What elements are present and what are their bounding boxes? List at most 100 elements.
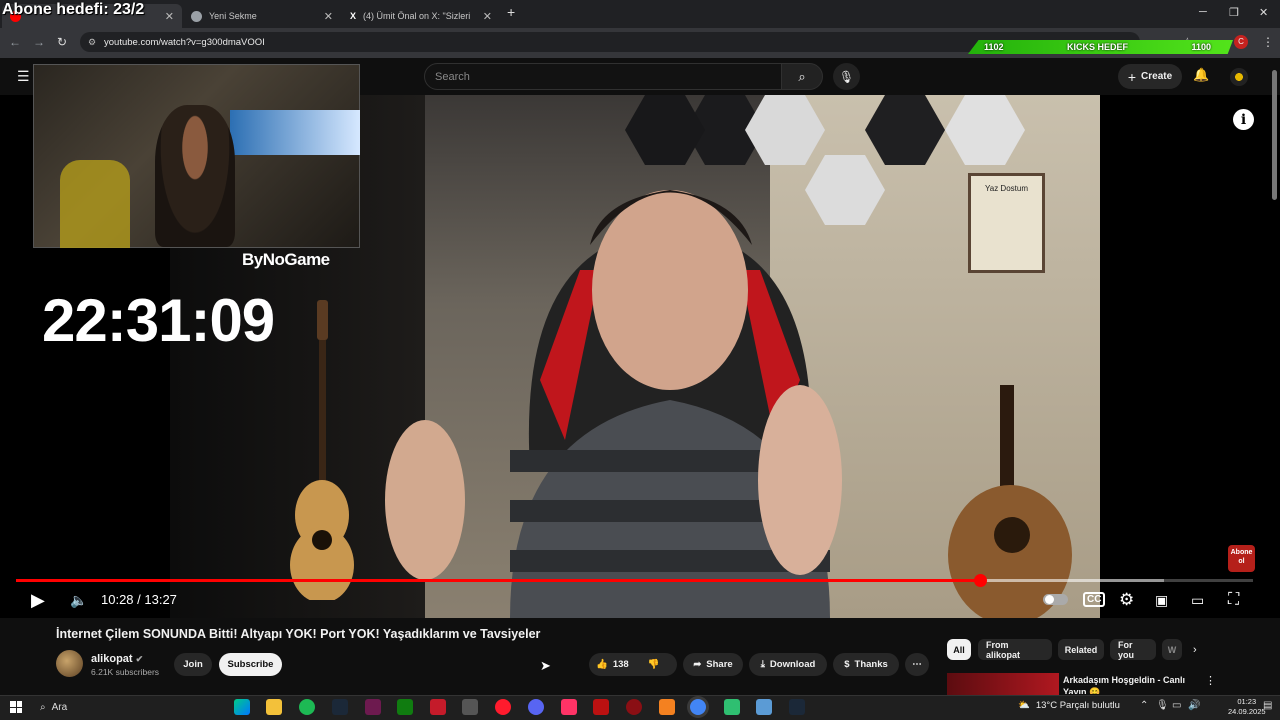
search-icon: ⌕ — [798, 68, 806, 84]
browser-menu-icon[interactable]: ⋮ — [1262, 35, 1274, 49]
speaker-icon[interactable]: 🔊 — [1188, 700, 1200, 711]
close-tab-icon[interactable]: ✕ — [483, 10, 492, 23]
chip-truncated[interactable]: W — [1162, 639, 1182, 660]
app-icon-pink[interactable] — [561, 699, 577, 715]
profile-avatar[interactable]: C — [1234, 35, 1248, 49]
chip-all[interactable]: All — [947, 639, 971, 660]
plus-icon: + — [1127, 68, 1137, 85]
more-actions-icon[interactable]: ⋯ — [905, 653, 929, 676]
download-icon: ⤓ — [760, 659, 765, 670]
obs-icon[interactable] — [626, 699, 642, 715]
forward-arrow-icon[interactable]: → — [33, 35, 45, 49]
recommended-more-icon[interactable]: ⋮ — [1205, 674, 1216, 687]
cloud-app-icon[interactable] — [659, 699, 675, 715]
discord-icon[interactable] — [528, 699, 544, 715]
chip-related[interactable]: Related — [1058, 639, 1104, 660]
app-icon-red[interactable] — [430, 699, 446, 715]
microphone-tray-icon[interactable]: 🎙 — [1156, 700, 1169, 711]
x-logo-icon: X — [350, 11, 357, 21]
app-icon-purple[interactable] — [365, 699, 381, 715]
channel-name[interactable]: alikopat ✔ — [91, 653, 143, 665]
recommended-title[interactable]: Arkadaşım Hoşgeldin - Canlı Yayın 😊 — [1063, 674, 1193, 694]
edge-app-icon[interactable] — [234, 699, 250, 715]
settings-gear-icon[interactable]: ⚙ — [1119, 590, 1134, 610]
taskbar-clock[interactable]: 01:23 24.09.2025 — [1228, 697, 1266, 717]
page-scrollbar[interactable] — [1272, 70, 1277, 200]
miniplayer-icon[interactable]: ▣ — [1155, 590, 1168, 610]
search-icon: ⌕ — [40, 701, 46, 713]
app-icon-gray[interactable] — [462, 699, 478, 715]
volume-icon[interactable]: 🔈 — [70, 590, 87, 610]
chip-from-channel[interactable]: From alikopat — [978, 639, 1052, 660]
file-explorer-icon[interactable] — [266, 699, 282, 715]
autoplay-toggle[interactable] — [1043, 594, 1068, 605]
thumbs-up-icon[interactable]: 👍 — [596, 659, 608, 670]
time-display: 10:28 / 13:27 — [101, 592, 177, 607]
chip-for-you[interactable]: For you — [1110, 639, 1156, 660]
like-count[interactable]: 138 — [613, 659, 629, 670]
windows-start-icon[interactable] — [10, 701, 22, 713]
back-arrow-icon[interactable]: ← — [9, 35, 21, 49]
create-button[interactable]: + Create — [1118, 64, 1182, 89]
opera-icon[interactable] — [495, 699, 511, 715]
tray-overflow-icon[interactable]: ⌃ — [1140, 700, 1148, 711]
steam-icon[interactable] — [332, 699, 348, 715]
kicks-goal-bar: 1102 KICKS HEDEF 1100 — [968, 40, 1233, 54]
channel-avatar[interactable] — [56, 650, 83, 677]
mouse-cursor-icon: ➤ — [540, 658, 551, 673]
subscribe-button[interactable]: Subscribe — [219, 653, 282, 676]
poster-text: Yaz Dostum — [985, 184, 1028, 193]
share-label: Share — [706, 659, 733, 670]
menu-hamburger-icon[interactable]: ☰ — [17, 68, 30, 85]
recommended-thumbnail[interactable] — [947, 673, 1059, 695]
notifications-icon[interactable]: ▤ — [1263, 700, 1272, 711]
taskbar-search[interactable]: ⌕ Ara — [40, 698, 226, 716]
minimize-icon[interactable]: ─ — [1199, 6, 1207, 18]
weather-widget[interactable]: ⛅ 13°C Parçalı bulutlu — [1018, 700, 1120, 711]
microphone-icon: 🎙 — [838, 69, 855, 84]
thanks-button[interactable]: $ Thanks — [833, 653, 899, 676]
notifications-bell-icon[interactable]: 🔔 — [1193, 67, 1209, 83]
chrome-app-icon[interactable] — [690, 699, 706, 715]
search-button[interactable]: ⌕ — [781, 63, 823, 90]
account-avatar[interactable] — [1230, 68, 1248, 86]
join-button[interactable]: Join — [174, 653, 212, 676]
tab-x-post[interactable]: X (4) Ümit Önal on X: "Sizleri izle ✕ — [342, 4, 500, 28]
chips-next-chevron-icon[interactable]: › — [1193, 644, 1197, 656]
app-icon-green[interactable] — [724, 699, 740, 715]
clock-time: 01:23 — [1237, 697, 1257, 706]
steam-icon-2[interactable] — [789, 699, 805, 715]
progress-scrubber[interactable] — [973, 574, 987, 587]
subscribe-watermark[interactable]: Abone ol — [1228, 545, 1255, 572]
play-button[interactable]: ▶ — [31, 590, 45, 610]
kicks-current: 1102 — [984, 42, 1004, 52]
webcam-chair — [60, 160, 130, 248]
share-button[interactable]: ➦ Share — [683, 653, 743, 676]
restore-icon[interactable]: ❐ — [1229, 6, 1239, 19]
download-button[interactable]: ⤓ Download — [749, 653, 827, 676]
close-tab-icon[interactable]: ✕ — [324, 10, 333, 23]
fullscreen-icon[interactable]: ⛶ — [1228, 590, 1239, 610]
calculator-icon[interactable] — [756, 699, 772, 715]
channel-name-text: alikopat — [91, 653, 133, 665]
theater-mode-icon[interactable]: ▭ — [1191, 590, 1204, 610]
close-window-icon[interactable]: ✕ — [1259, 6, 1268, 19]
thanks-icon: $ — [844, 659, 850, 670]
reload-icon[interactable]: ↻ — [57, 35, 67, 49]
captions-icon[interactable]: CC — [1083, 592, 1106, 607]
close-tab-icon[interactable]: ✕ — [165, 10, 174, 23]
tab-new-tab[interactable]: Yeni Sekme ✕ — [183, 4, 341, 28]
network-icon[interactable]: ▭ — [1172, 700, 1181, 711]
spotify-icon[interactable] — [299, 699, 315, 715]
weather-text: 13°C Parçalı bulutlu — [1035, 700, 1120, 711]
thumbs-down-icon[interactable]: 👎 — [648, 659, 660, 670]
voice-search-button[interactable]: 🎙 — [833, 63, 860, 90]
xbox-icon[interactable] — [397, 699, 413, 715]
stream-timer: 22:31:09 — [42, 287, 275, 354]
share-arrow-icon: ➦ — [693, 659, 702, 670]
search-input[interactable]: Search — [424, 63, 782, 90]
site-info-icon[interactable]: ⚙ — [88, 37, 96, 48]
new-tab-plus-icon[interactable]: + — [507, 4, 515, 20]
info-icon[interactable]: i — [1233, 109, 1254, 130]
voicemeeter-icon[interactable] — [593, 699, 609, 715]
